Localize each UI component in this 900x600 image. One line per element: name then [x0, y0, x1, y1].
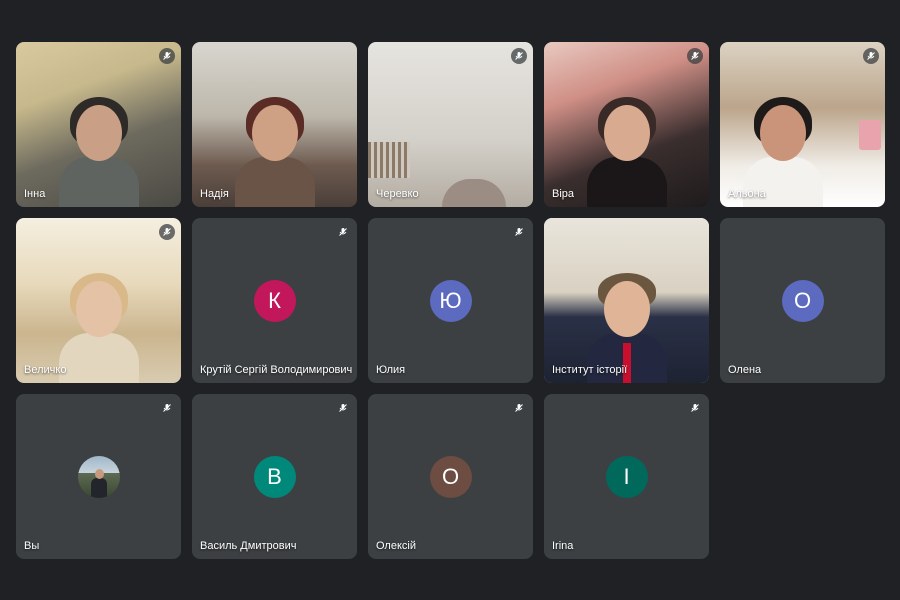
mic-off-icon: [335, 224, 351, 240]
participant-name: Віра: [552, 188, 575, 200]
participant-name: Вы: [24, 540, 40, 552]
participant-tile[interactable]: Альона: [720, 42, 885, 207]
participant-tile[interactable]: К Крутій Сергій Володимирович: [192, 218, 357, 383]
participant-name: Черевко: [376, 188, 419, 200]
participant-tile-self[interactable]: Вы: [16, 394, 181, 559]
participant-avatar: В: [253, 455, 296, 498]
participant-name: Irina: [552, 540, 574, 552]
mic-off-icon: [863, 48, 879, 64]
participant-name: Юлия: [376, 364, 406, 376]
participant-tile[interactable]: Величко: [16, 218, 181, 383]
participant-video: [544, 42, 709, 207]
participant-tile[interactable]: Надія: [192, 42, 357, 207]
mic-off-icon: [687, 400, 703, 416]
participants-grid: Інна Надія Черевко Віра Альона Величко К…: [16, 42, 885, 559]
mic-off-icon: [159, 224, 175, 240]
participant-avatar: Ю: [429, 279, 472, 322]
person-figure: [582, 97, 672, 207]
mic-off-icon: [511, 224, 527, 240]
person-figure: [54, 273, 144, 383]
participant-video: [720, 42, 885, 207]
participant-name: Інна: [24, 188, 46, 200]
participant-video: [16, 42, 181, 207]
participant-tile[interactable]: Віра: [544, 42, 709, 207]
participant-video: [192, 42, 357, 207]
mic-off-icon: [687, 48, 703, 64]
mic-off-icon: [511, 400, 527, 416]
mic-off-icon: [159, 48, 175, 64]
participant-video: [16, 218, 181, 383]
participant-tile[interactable]: Ю Юлия: [368, 218, 533, 383]
participant-avatar: І: [605, 455, 648, 498]
participant-avatar: К: [253, 279, 296, 322]
participant-name: Олексій: [376, 540, 416, 552]
self-avatar: [77, 455, 120, 498]
participant-tile-active-speaker[interactable]: Інститут історії: [544, 218, 709, 383]
person-figure: [54, 97, 144, 207]
participant-video: [368, 42, 533, 207]
participant-name: Олена: [728, 364, 762, 376]
participant-avatar: О: [781, 279, 824, 322]
participant-name: Альона: [728, 188, 766, 200]
participant-name: Величко: [24, 364, 67, 376]
mic-off-icon: [335, 400, 351, 416]
mic-off-icon: [511, 48, 527, 64]
participant-tile[interactable]: Черевко: [368, 42, 533, 207]
participant-avatar: О: [429, 455, 472, 498]
participant-name: Надія: [200, 188, 229, 200]
participant-tile[interactable]: В Василь Дмитрович: [192, 394, 357, 559]
person-figure: [230, 97, 320, 207]
participant-name: Крутій Сергій Володимирович: [200, 364, 353, 376]
participant-name: Інститут історії: [552, 364, 628, 376]
participant-name: Василь Дмитрович: [200, 540, 297, 552]
participant-tile[interactable]: Інна: [16, 42, 181, 207]
participant-tile[interactable]: О Олексій: [368, 394, 533, 559]
participant-video: [544, 218, 709, 383]
participant-tile[interactable]: І Irina: [544, 394, 709, 559]
participant-tile[interactable]: О Олена: [720, 218, 885, 383]
mic-off-icon: [159, 400, 175, 416]
